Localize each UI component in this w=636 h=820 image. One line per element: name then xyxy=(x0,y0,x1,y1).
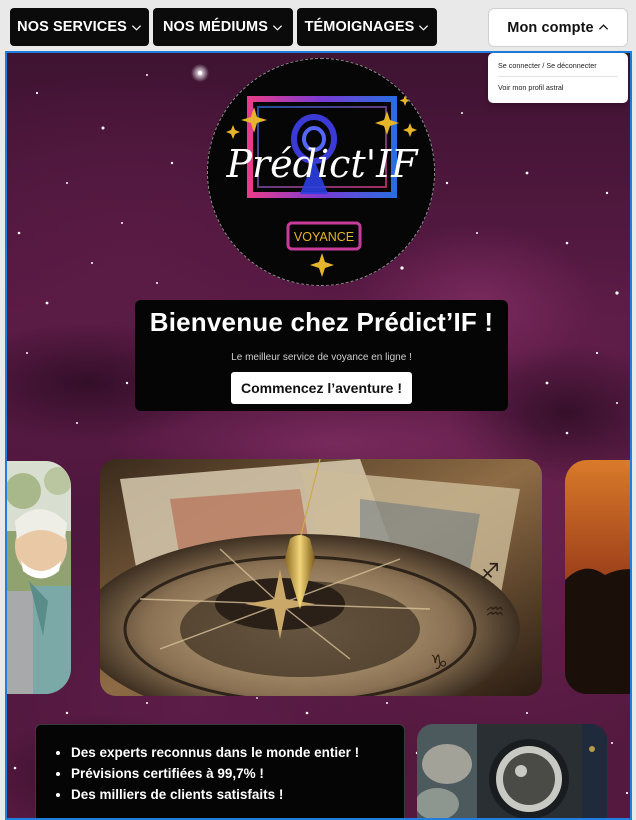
chevron-up-icon xyxy=(598,24,608,30)
sunset-landscape-image xyxy=(565,460,630,694)
features-card: Des experts reconnus dans le monde entie… xyxy=(35,724,405,818)
svg-text:♒: ♒ xyxy=(485,600,505,625)
carousel-slide-current[interactable]: ♐ ♒ ♑ xyxy=(100,459,542,696)
login-logout-menu-item[interactable]: Se connecter / Se déconnecter xyxy=(498,61,618,70)
smiling-couple-image xyxy=(7,461,71,694)
logo-tagline: VOYANCE xyxy=(294,230,354,244)
logo-artwork: VOYANCE Prédict'IF xyxy=(225,95,419,277)
nav-testimonials-button[interactable]: TÉMOIGNAGES xyxy=(297,8,437,46)
predictif-logo: VOYANCE Prédict'IF xyxy=(207,58,435,286)
crystal-ball-artwork xyxy=(417,724,607,818)
account-dropdown-menu: Se connecter / Se déconnecter Voir mon p… xyxy=(488,53,628,103)
top-navigation: NOS SERVICES NOS MÉDIUMS TÉMOIGNAGES Mon… xyxy=(0,0,636,52)
chevron-down-icon xyxy=(131,24,141,31)
astrology-pendulum-image: ♐ ♒ ♑ xyxy=(100,459,542,696)
start-adventure-button[interactable]: Commencez l’aventure ! xyxy=(230,372,413,404)
account-label: Mon compte xyxy=(507,19,594,36)
carousel-slide-previous[interactable] xyxy=(7,461,71,694)
feature-item: Prévisions certifiées à 99,7% ! xyxy=(71,763,404,784)
feature-item: Des experts reconnus dans le monde entie… xyxy=(71,742,404,763)
nav-services-button[interactable]: NOS SERVICES xyxy=(10,8,149,46)
astral-profile-menu-item[interactable]: Voir mon profil astral xyxy=(498,83,618,92)
crystal-ball-image xyxy=(417,724,607,818)
svg-text:♐: ♐ xyxy=(480,560,500,585)
feature-item: Des milliers de clients satisfaits ! xyxy=(71,784,404,805)
account-menu-button[interactable]: Mon compte xyxy=(488,8,628,47)
chevron-down-icon xyxy=(272,24,283,31)
welcome-card: Bienvenue chez Prédict’IF ! Le meilleur … xyxy=(135,300,508,411)
hero-subtitle: Le meilleur service de voyance en ligne … xyxy=(231,352,412,363)
nav-testimonials-label: TÉMOIGNAGES xyxy=(304,19,415,35)
chevron-down-icon xyxy=(419,24,429,31)
hero-title: Bienvenue chez Prédict’IF ! xyxy=(149,307,494,337)
nav-services-label: NOS SERVICES xyxy=(17,19,127,35)
nav-mediums-label: NOS MÉDIUMS xyxy=(162,19,269,35)
features-list: Des experts reconnus dans le monde entie… xyxy=(36,725,404,805)
svg-text:♑: ♑ xyxy=(430,650,448,674)
menu-divider xyxy=(498,76,618,77)
carousel-slide-next[interactable] xyxy=(565,460,630,694)
nav-mediums-button[interactable]: NOS MÉDIUMS xyxy=(153,8,293,46)
hero-section: VOYANCE Prédict'IF Bienvenue chez Prédic… xyxy=(5,51,632,820)
logo-brand: Prédict'IF xyxy=(225,142,419,186)
